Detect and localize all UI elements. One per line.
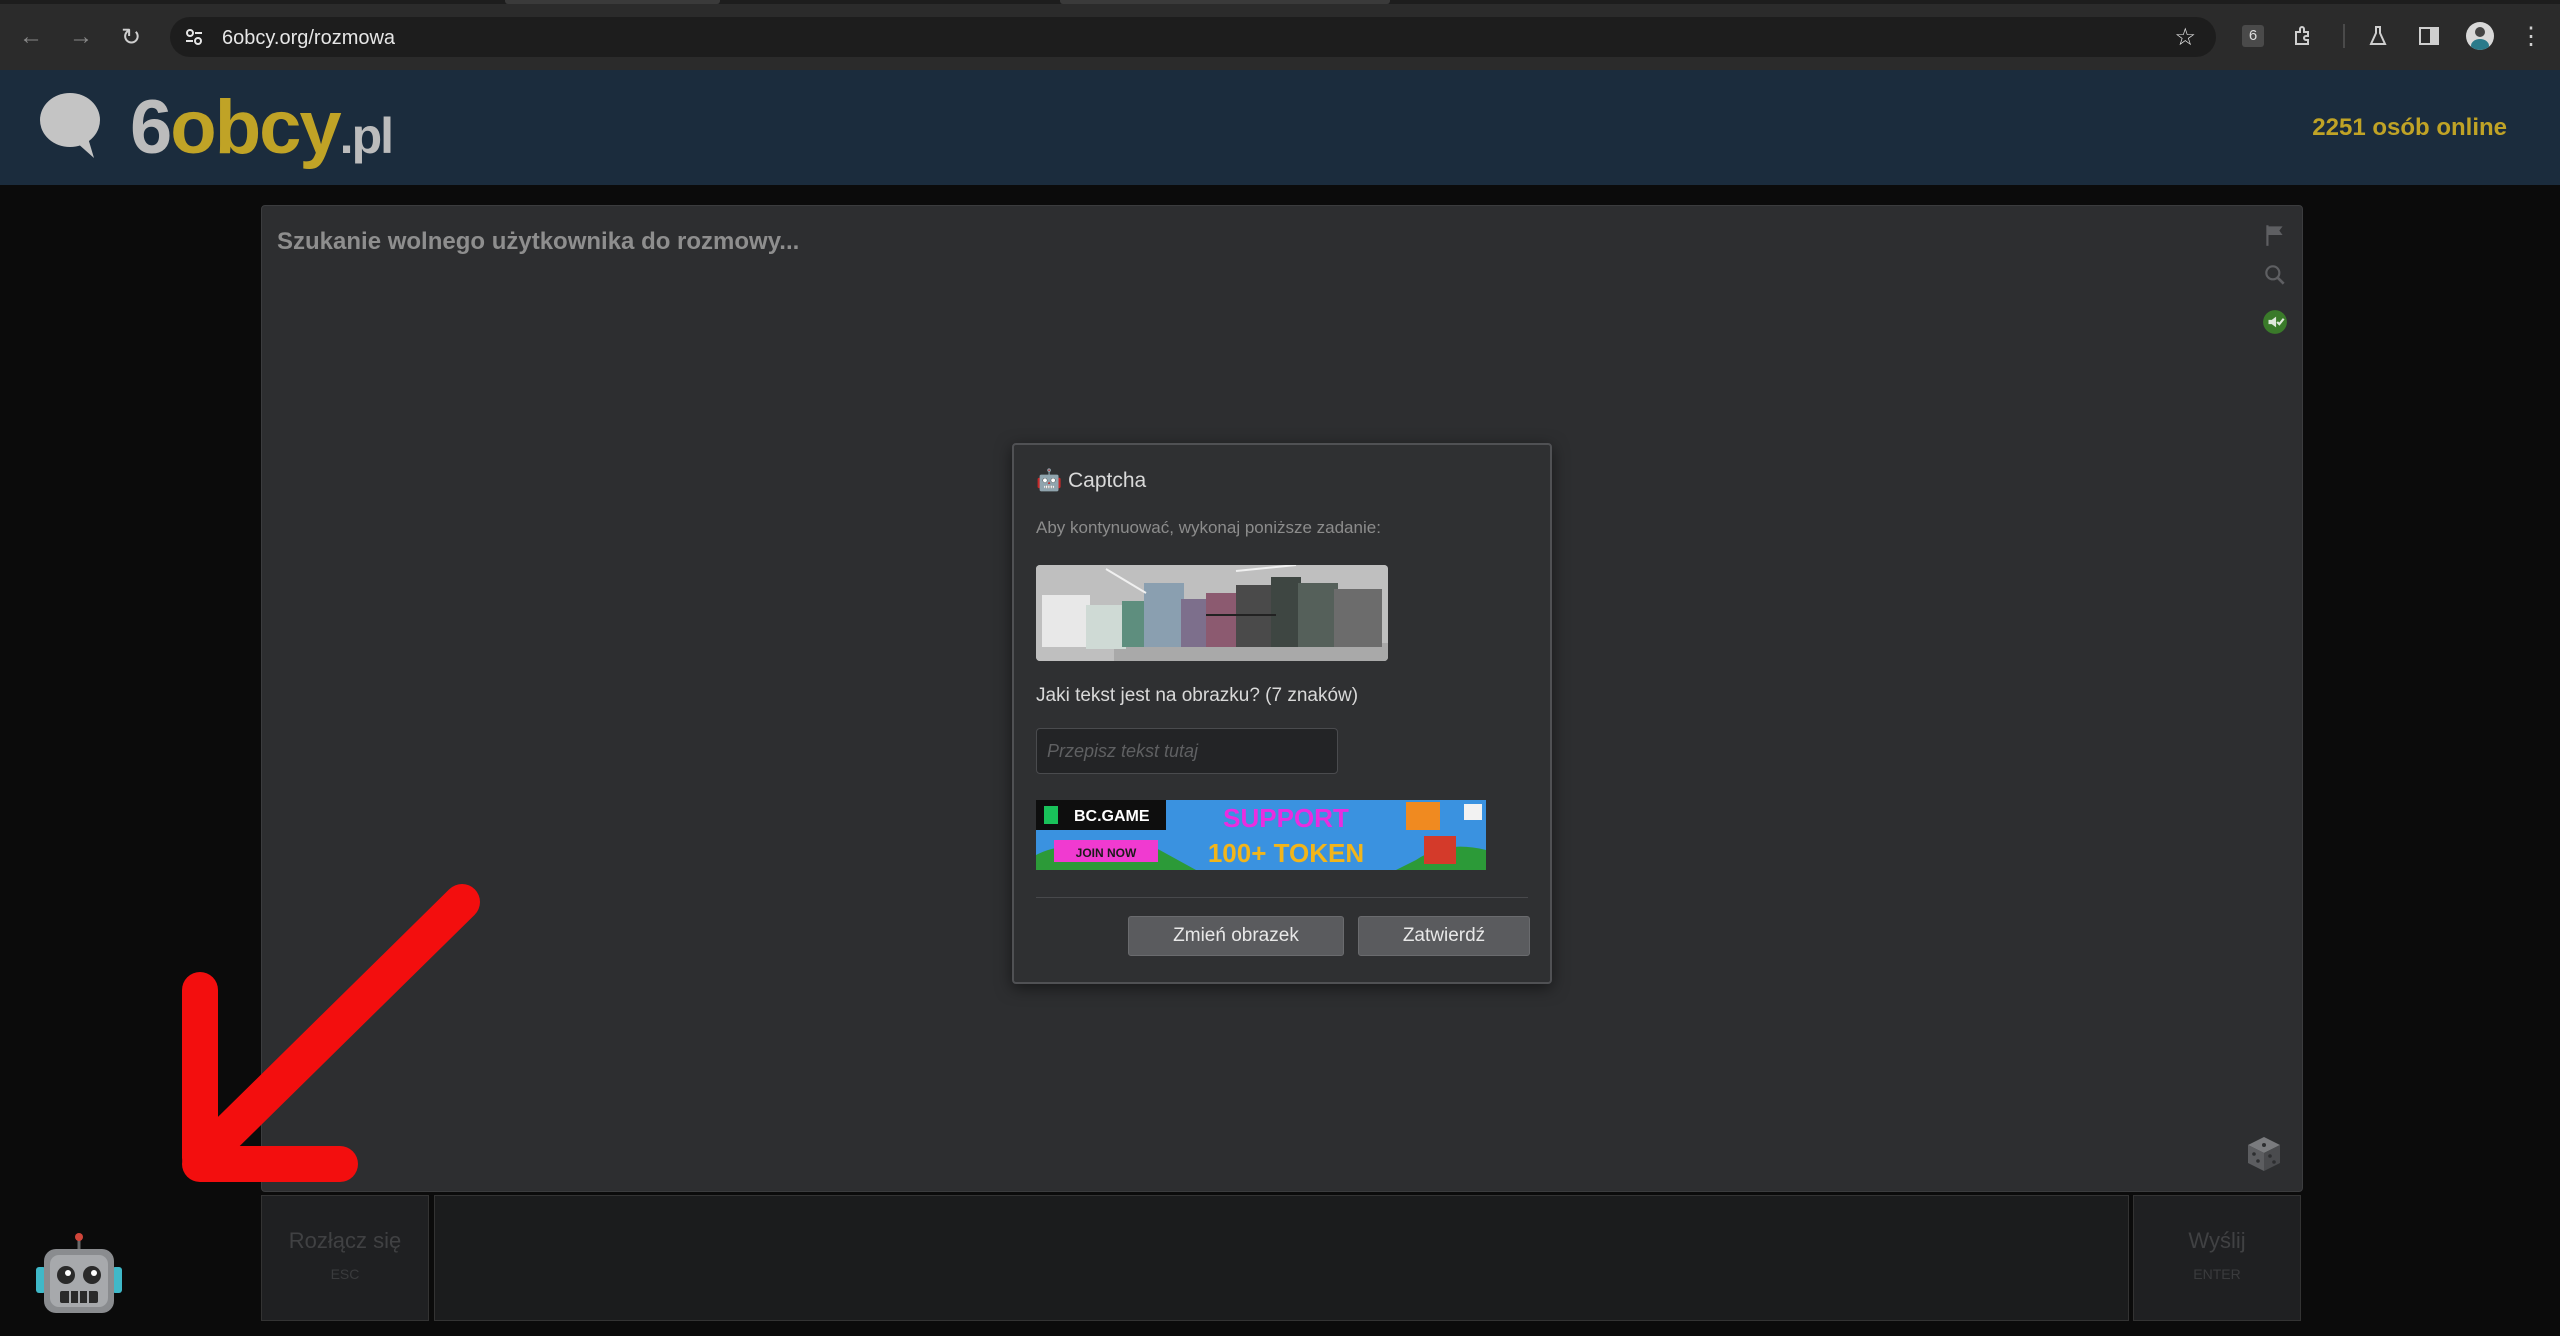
- captcha-dialog: 🤖 Captcha Aby kontynuować, wykonaj poniż…: [1012, 443, 1552, 984]
- captcha-question: Jaki tekst jest na obrazku? (7 znaków): [1036, 685, 1359, 706]
- disconnect-key-hint: ESC: [330, 1266, 360, 1282]
- ad-cta: JOIN NOW: [1076, 846, 1137, 860]
- send-label: Wyślij: [2188, 1228, 2246, 1253]
- ad-brand: BC.GAME: [1074, 808, 1150, 825]
- submit-button[interactable]: Zatwierdź: [1358, 916, 1530, 956]
- dialog-divider: [1036, 897, 1528, 898]
- tab-strip: [0, 0, 2560, 4]
- captcha-image: [1036, 565, 1388, 661]
- browser-tab[interactable]: [505, 0, 720, 4]
- captcha-title: 🤖 Captcha: [1036, 469, 1147, 492]
- kebab-menu-icon[interactable]: ⋮: [2517, 22, 2545, 50]
- url-text[interactable]: 6obcy.org/rozmowa: [222, 27, 395, 50]
- disconnect-label: Rozłącz się: [288, 1228, 402, 1253]
- speech-bubble-icon: [40, 93, 100, 158]
- chat-controls: Rozłącz się ESC Wyślij ENTER: [261, 1195, 2301, 1321]
- site-logo[interactable]: 6obcy.pl: [130, 84, 394, 171]
- logo-pl: .pl: [339, 108, 394, 164]
- online-count: 2251 osób online: [2312, 114, 2507, 141]
- send-key-hint: ENTER: [2193, 1266, 2241, 1282]
- arrow-left-icon[interactable]: ←: [14, 20, 48, 54]
- reload-icon[interactable]: ↻: [114, 20, 148, 54]
- send-button[interactable]: Wyślij ENTER: [2133, 1195, 2301, 1321]
- side-panel-icon[interactable]: [2415, 22, 2443, 50]
- dice-icon[interactable]: [2244, 1134, 2284, 1174]
- red-arrow-icon: [182, 884, 480, 1182]
- extension-badge-icon[interactable]: 6: [2239, 22, 2267, 50]
- change-image-button[interactable]: Zmień obrazek: [1128, 916, 1344, 956]
- chat-status: Szukanie wolnego użytkownika do rozmowy.…: [277, 228, 800, 255]
- ad-line-1: SUPPORT: [1223, 803, 1349, 833]
- disconnect-button[interactable]: Rozłącz się ESC: [261, 1195, 429, 1321]
- browser-tab[interactable]: [1060, 0, 1390, 4]
- arrow-right-icon[interactable]: →: [64, 20, 98, 54]
- address-bar[interactable]: 6obcy.org/rozmowa ☆: [170, 17, 2216, 57]
- browser-toolbar: ← → ↻ 6obcy.org/rozmowa ☆ 6 ⋮: [0, 0, 2560, 70]
- site-header: 6obcy.pl 2251 osób online: [0, 70, 2560, 185]
- logo-obcy: obcy: [170, 85, 341, 170]
- profile-avatar-icon[interactable]: [2466, 22, 2494, 50]
- ad-banner[interactable]: BC.GAME JOIN NOW SUPPORT 100+ TOKEN: [1036, 800, 1486, 870]
- ad-line-2: 100+ TOKEN: [1208, 838, 1364, 868]
- captcha-input[interactable]: [1036, 728, 1338, 774]
- extension-badge-label: 6: [2242, 25, 2264, 47]
- sound-on-icon[interactable]: [2262, 309, 2288, 335]
- robot-icon[interactable]: [36, 1233, 122, 1317]
- message-input[interactable]: [434, 1195, 2129, 1321]
- tune-icon[interactable]: [182, 25, 206, 49]
- toolbar-divider: [2343, 24, 2345, 48]
- puzzle-icon[interactable]: [2290, 22, 2318, 50]
- logo-six: 6: [130, 85, 172, 170]
- flask-icon[interactable]: [2364, 22, 2392, 50]
- flag-icon[interactable]: [2262, 222, 2288, 248]
- star-icon[interactable]: ☆: [2174, 23, 2196, 52]
- captcha-subtitle: Aby kontynuować, wykonaj poniższe zadani…: [1036, 518, 1381, 537]
- zoom-icon[interactable]: [2262, 262, 2288, 288]
